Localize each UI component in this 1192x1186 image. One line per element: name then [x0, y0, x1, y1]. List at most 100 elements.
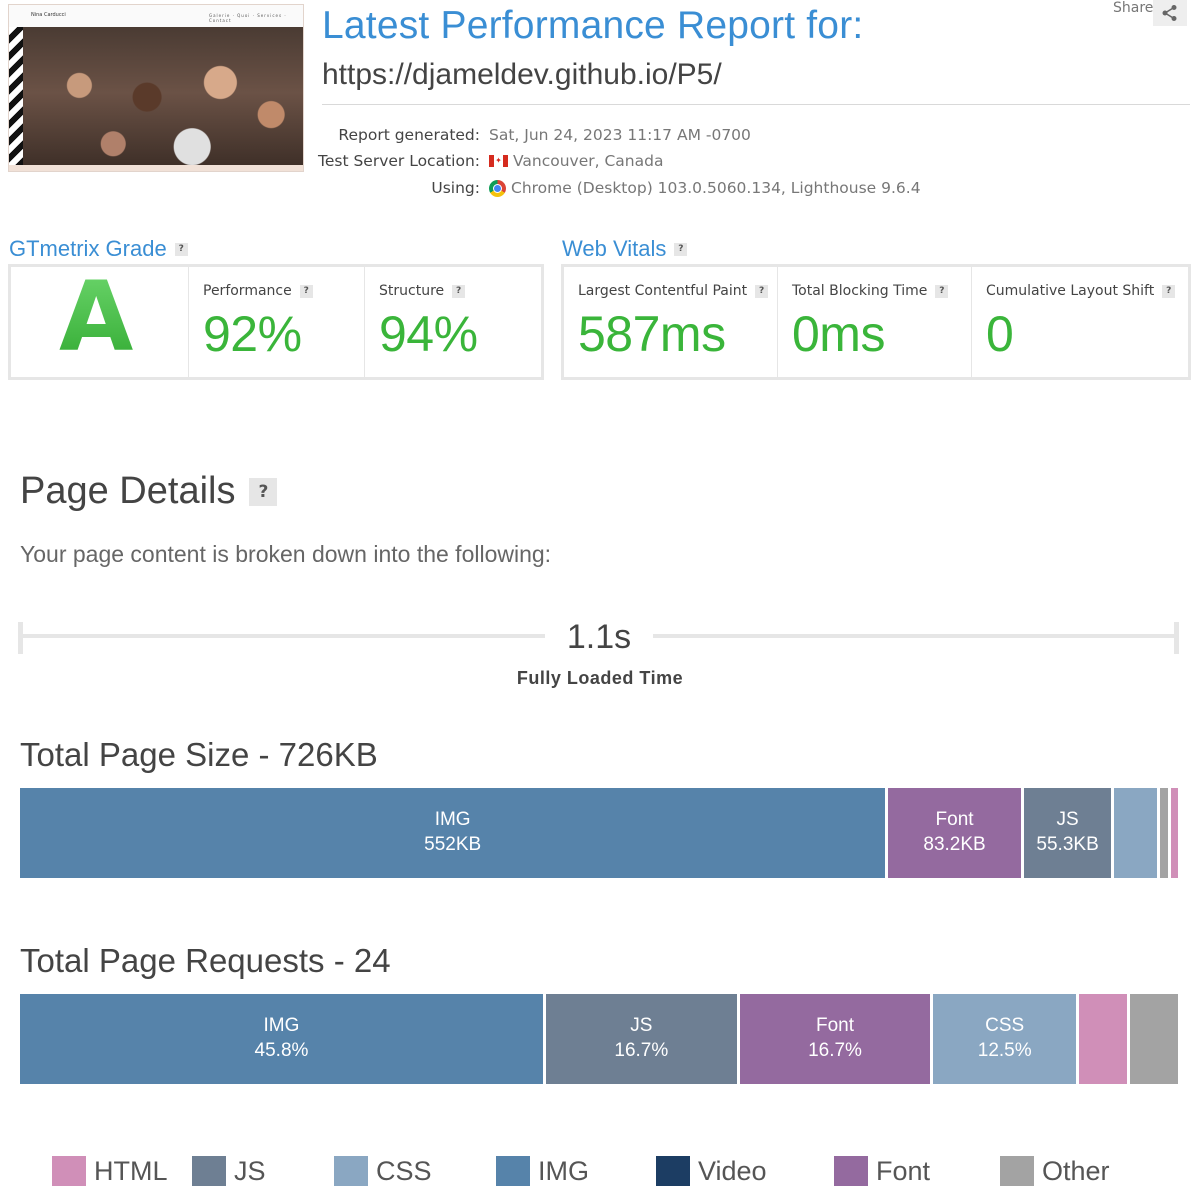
report-title: Latest Performance Report for:	[322, 4, 864, 47]
legend-swatch	[1000, 1156, 1034, 1186]
share-icon	[1162, 5, 1177, 21]
grade-cell: A	[11, 261, 189, 377]
total-page-requests-title: Total Page Requests - 24	[20, 942, 391, 979]
gtmetrix-grade-title[interactable]: GTmetrix Grade	[9, 236, 167, 262]
requests-segment-img[interactable]: IMG 45.8%	[20, 994, 543, 1084]
thumbnail-brand: Nina Carducci	[31, 12, 66, 18]
report-url[interactable]: https://djameldev.github.io/P5/	[322, 58, 722, 92]
requests-segment-type: Font	[815, 1015, 855, 1037]
legend-label: Other	[1042, 1155, 1110, 1186]
legend-swatch	[52, 1156, 86, 1186]
requests-segment-js[interactable]: JS 16.7%	[545, 994, 737, 1084]
size-segment-type: Font	[935, 809, 974, 831]
canada-flag-icon: ✦	[489, 155, 508, 167]
legend-label: HTML	[94, 1155, 168, 1186]
requests-segment-font[interactable]: Font 16.7%	[739, 994, 931, 1084]
performance-cell: Performance ? 92%	[189, 267, 365, 377]
size-segment-other[interactable]	[1160, 788, 1169, 878]
legend-swatch	[334, 1156, 368, 1186]
legend-swatch	[496, 1156, 530, 1186]
report-generated-label: Report generated:	[338, 126, 480, 144]
legend-label: Font	[876, 1155, 931, 1186]
cls-value: 0	[986, 306, 1014, 362]
content-type-legend: HTML JS CSS IMG Video Font Other	[52, 1156, 1150, 1186]
tbt-label: Total Blocking Time ?	[792, 283, 949, 299]
lcp-label-text: Largest Contentful Paint	[578, 283, 748, 299]
cls-help-icon[interactable]: ?	[1162, 284, 1176, 298]
requests-segment-type: JS	[630, 1015, 653, 1037]
total-page-size-title: Total Page Size - 726KB	[20, 736, 378, 773]
legend-swatch	[656, 1156, 690, 1186]
page-details-heading: Page Details ?	[20, 470, 278, 513]
performance-label: Performance ?	[203, 283, 313, 299]
cls-label: Cumulative Layout Shift ?	[986, 283, 1176, 299]
using-text: Chrome (Desktop) 103.0.5060.134, Lightho…	[511, 179, 921, 197]
legend-item-css: CSS	[334, 1156, 496, 1186]
size-segment-value: 83.2KB	[923, 834, 986, 855]
fully-loaded-time-label: Fully Loaded Time	[516, 668, 684, 688]
requests-segment-html[interactable]	[1079, 994, 1128, 1084]
tbt-value: 0ms	[792, 306, 885, 362]
cls-label-text: Cumulative Layout Shift	[986, 283, 1155, 299]
structure-label-text: Structure	[379, 283, 445, 299]
legend-item-html: HTML	[52, 1156, 192, 1186]
size-segment-type: IMG	[434, 809, 471, 831]
gtmetrix-grade-panel: A Performance ? 92% Structure ? 94%	[8, 261, 544, 380]
requests-segment-value: 16.7%	[614, 1040, 669, 1061]
page-size-bar: IMG 552KB Font 83.2KB JS 55.3KB	[20, 788, 1178, 878]
requests-segment-type: CSS	[985, 1015, 1025, 1037]
web-vitals-heading: Web Vitals ?	[562, 236, 688, 262]
legend-item-js: JS	[192, 1156, 334, 1186]
legend-swatch	[834, 1156, 868, 1186]
share-label[interactable]: Share	[1113, 0, 1153, 16]
legend-item-font: Font	[834, 1156, 1000, 1186]
size-segment-value: 552KB	[424, 834, 482, 855]
size-segment-value: 55.3KB	[1036, 834, 1099, 855]
gtmetrix-grade-heading: GTmetrix Grade ?	[9, 236, 188, 262]
vitals-help-icon[interactable]: ?	[674, 242, 688, 256]
size-segment-font[interactable]: Font 83.2KB	[888, 788, 1021, 878]
lcp-label: Largest Contentful Paint ?	[578, 283, 769, 299]
grade-help-icon[interactable]: ?	[174, 242, 188, 256]
legend-item-other: Other	[1000, 1156, 1150, 1186]
legend-label: Video	[698, 1155, 767, 1186]
requests-segment-css[interactable]: CSS 12.5%	[933, 994, 1077, 1084]
requests-segment-value: 16.7%	[808, 1040, 862, 1061]
tbt-label-text: Total Blocking Time	[792, 283, 928, 299]
size-segment-js[interactable]: JS 55.3KB	[1023, 788, 1112, 878]
size-segment-css[interactable]	[1114, 788, 1157, 878]
page-requests-bar: IMG 45.8% JS 16.7% Font 16.7% CSS 12.5%	[20, 994, 1178, 1084]
size-segment-html[interactable]	[1171, 788, 1178, 878]
legend-item-video: Video	[656, 1156, 834, 1186]
structure-value: 94%	[379, 306, 478, 362]
thumbnail-nav: Galerie · Quoi · Services · Contact	[209, 13, 287, 23]
page-details-help-icon[interactable]: ?	[249, 477, 278, 506]
server-location-text: Vancouver, Canada	[513, 152, 664, 170]
timeline-start-cap	[18, 622, 23, 654]
performance-help-icon[interactable]: ?	[299, 284, 313, 298]
using-value: Chrome (Desktop) 103.0.5060.134, Lightho…	[489, 179, 921, 197]
structure-cell: Structure ? 94%	[365, 267, 541, 377]
structure-help-icon[interactable]: ?	[452, 284, 466, 298]
share-button[interactable]	[1153, 0, 1187, 26]
timeline-end-cap	[1174, 622, 1179, 654]
requests-segment-value: 45.8%	[254, 1040, 309, 1061]
report-generated-value: Sat, Jun 24, 2023 11:17 AM -0700	[489, 126, 751, 144]
tbt-help-icon[interactable]: ?	[935, 284, 949, 298]
web-vitals-title[interactable]: Web Vitals	[562, 236, 666, 262]
requests-segment-value: 12.5%	[977, 1040, 1032, 1061]
legend-item-img: IMG	[496, 1156, 656, 1186]
size-segment-img[interactable]: IMG 552KB	[20, 788, 886, 878]
using-label: Using:	[431, 179, 480, 197]
title-divider	[322, 104, 1190, 105]
performance-value: 92%	[203, 306, 302, 362]
lcp-cell: Largest Contentful Paint ? 587ms	[564, 267, 778, 377]
chrome-icon	[489, 179, 506, 197]
server-location-label: Test Server Location:	[318, 152, 480, 170]
server-location-value: ✦ Vancouver, Canada	[489, 152, 663, 170]
tbt-cell: Total Blocking Time ? 0ms	[778, 267, 972, 377]
structure-label: Structure ?	[379, 283, 466, 299]
site-screenshot-thumbnail: Nina Carducci Galerie · Quoi · Services …	[8, 4, 304, 172]
requests-segment-other[interactable]	[1130, 994, 1178, 1084]
lcp-help-icon[interactable]: ?	[755, 284, 769, 298]
